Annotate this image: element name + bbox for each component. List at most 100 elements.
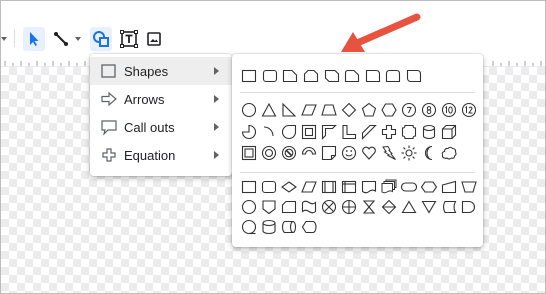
flowchart-merge-shape[interactable] (421, 199, 437, 215)
parallelogram-shape[interactable] (301, 102, 317, 118)
textbox-icon (120, 30, 138, 48)
flowchart-offpage-connector-shape[interactable] (261, 199, 277, 215)
menu-item-label: Equation (124, 148, 176, 163)
diagonal-stripe-shape[interactable] (361, 124, 377, 140)
donut-shape[interactable] (261, 145, 277, 161)
heart-shape[interactable] (361, 145, 377, 161)
smiley-face-shape[interactable] (341, 145, 357, 161)
menu-item-equation[interactable]: Equation (90, 141, 232, 169)
select-button[interactable] (23, 27, 45, 51)
flowchart-decision-shape[interactable] (281, 179, 297, 195)
snip-same-side-rectangle-shape[interactable] (303, 68, 319, 84)
line-button[interactable] (50, 27, 72, 51)
flowchart-direct-access-storage-shape[interactable] (281, 219, 297, 235)
oval-shape[interactable] (241, 102, 257, 118)
flowchart-magnetic-disk-shape[interactable] (261, 219, 277, 235)
pentagon-shape[interactable] (361, 102, 377, 118)
l-shape[interactable] (341, 124, 357, 140)
submenu-arrow-icon (214, 123, 219, 131)
flowchart-preparation-shape[interactable] (421, 179, 437, 195)
flowchart-collate-shape[interactable] (361, 199, 377, 215)
plus-icon (100, 147, 118, 163)
flowchart-data-shape[interactable] (301, 179, 317, 195)
callout-icon (100, 119, 118, 136)
pie-shape[interactable] (241, 124, 257, 140)
flowchart-card-shape[interactable] (281, 199, 297, 215)
flowchart-connector-shape[interactable] (241, 199, 257, 215)
dodecagon-shape[interactable] (461, 102, 477, 118)
flowchart-sort-shape[interactable] (381, 199, 397, 215)
octagon-shape[interactable] (421, 102, 437, 118)
can-shape[interactable] (421, 124, 437, 140)
heptagon-shape[interactable] (401, 102, 417, 118)
lightning-bolt-shape[interactable] (381, 145, 397, 161)
drawing-window: Shapes Arrows Call outs Equation (0, 0, 546, 294)
shapes-panel (232, 54, 483, 247)
round-corner-rectangle-shape[interactable] (365, 68, 381, 84)
snip-corner-rectangle-shape[interactable] (282, 68, 298, 84)
rounded-rectangle-shape[interactable] (262, 68, 278, 84)
flowchart-manual-operation-shape[interactable] (461, 179, 477, 195)
right-triangle-shape[interactable] (281, 102, 297, 118)
menu-item-shapes[interactable]: Shapes (90, 57, 232, 85)
arc-shape[interactable] (261, 124, 277, 140)
submenu-arrow-icon (214, 67, 219, 75)
flowchart-process-shape[interactable] (241, 179, 257, 195)
hexagon-shape[interactable] (381, 102, 397, 118)
cloud-shape[interactable] (441, 145, 457, 161)
round-same-side-rectangle-shape[interactable] (385, 68, 401, 84)
flowchart-predefined-process-shape[interactable] (321, 179, 337, 195)
annotation-arrow-icon (341, 13, 421, 52)
shape-button[interactable] (90, 27, 112, 51)
arrow-right-icon (100, 91, 118, 107)
flowchart-sequential-access-storage-shape[interactable] (241, 219, 257, 235)
frame-shape[interactable] (301, 124, 317, 140)
menu-item-arrows[interactable]: Arrows (90, 85, 232, 113)
image-icon (147, 32, 161, 46)
panel-divider (240, 172, 475, 173)
menu-item-label: Shapes (124, 64, 169, 79)
submenu-arrow-icon (214, 151, 219, 159)
half-frame-shape[interactable] (321, 124, 337, 140)
bevel-shape[interactable] (241, 145, 257, 161)
no-symbol-shape[interactable] (281, 145, 297, 161)
rectangle-shape[interactable] (241, 68, 257, 84)
snip-diagonal-rectangle-shape[interactable] (324, 68, 340, 84)
trapezoid-shape[interactable] (321, 102, 337, 118)
flowchart-display-shape[interactable] (301, 219, 317, 235)
flowchart-or-shape[interactable] (341, 199, 357, 215)
flowchart-punched-tape-shape[interactable] (301, 199, 317, 215)
cursor-icon (30, 32, 39, 46)
flowchart-terminator-shape[interactable] (401, 179, 417, 195)
menu-item-label: Arrows (124, 92, 165, 107)
square-icon (100, 63, 118, 79)
folded-corner-shape[interactable] (321, 145, 337, 161)
cross-shape[interactable] (381, 124, 397, 140)
flowchart-internal-storage-shape[interactable] (341, 179, 357, 195)
flowchart-document-shape[interactable] (361, 179, 377, 195)
textbox-button[interactable] (118, 27, 140, 51)
menu-item-callouts[interactable]: Call outs (90, 113, 232, 141)
round-diagonal-rectangle-shape[interactable] (406, 68, 422, 84)
flowchart-extract-shape[interactable] (401, 199, 417, 215)
undo-dropdown-icon[interactable] (1, 27, 9, 51)
flowchart-multidocument-shape[interactable] (381, 179, 397, 195)
diamond-shape[interactable] (341, 102, 357, 118)
flowchart-manual-input-shape[interactable] (441, 179, 457, 195)
flowchart-delay-shape[interactable] (461, 199, 477, 215)
flowchart-summing-junction-shape[interactable] (321, 199, 337, 215)
moon-shape[interactable] (421, 145, 437, 161)
cube-shape[interactable] (441, 124, 457, 140)
snip-round-rectangle-shape[interactable] (344, 68, 360, 84)
block-arc-shape[interactable] (301, 145, 317, 161)
line-dropdown-icon[interactable] (74, 27, 84, 51)
image-button[interactable] (144, 27, 164, 51)
triangle-shape[interactable] (261, 102, 277, 118)
decagon-shape[interactable] (441, 102, 457, 118)
plaque-shape[interactable] (401, 124, 417, 140)
sun-shape[interactable] (401, 145, 417, 161)
toolbar (1, 1, 545, 51)
teardrop-shape[interactable] (281, 124, 297, 140)
flowchart-stored-data-shape[interactable] (441, 199, 457, 215)
flowchart-alternate-process-shape[interactable] (261, 179, 277, 195)
